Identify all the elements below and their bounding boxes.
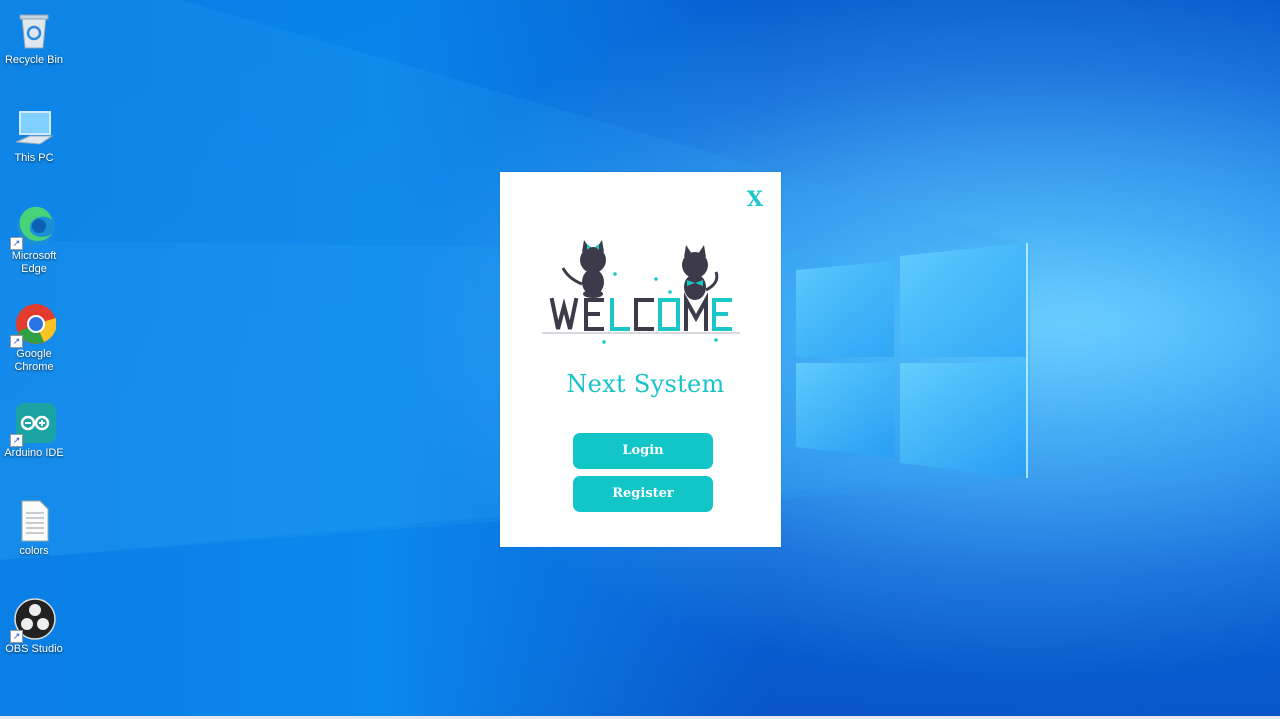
desktop-icon-chrome[interactable]: ↗ Google Chrome <box>2 302 66 374</box>
shortcut-arrow-icon: ↗ <box>10 630 23 643</box>
desktop-icon-label: Microsoft Edge <box>11 250 57 275</box>
app-title: Next System <box>566 370 725 398</box>
chrome-icon: ↗ <box>10 302 57 348</box>
login-button[interactable]: Login <box>573 433 713 469</box>
obs-icon: ↗ <box>10 597 56 643</box>
register-button[interactable]: Register <box>573 476 713 512</box>
desktop-icon-label: This PC <box>14 152 54 164</box>
shortcut-arrow-icon: ↗ <box>10 434 23 447</box>
desktop-icon-label: Recycle Bin <box>4 54 64 66</box>
edge-icon: ↗ <box>10 204 56 250</box>
desktop-icon-label: colors <box>19 545 49 557</box>
desktop-icon-recycle-bin[interactable]: Recycle Bin <box>2 8 66 67</box>
desktop-icon-label: OBS Studio <box>5 643 63 655</box>
computer-icon <box>12 106 56 150</box>
cat-left-icon <box>561 240 606 298</box>
welcome-lettering <box>549 292 732 331</box>
welcome-dialog: X Next System Login Register <box>500 172 781 547</box>
desktop-icon-edge[interactable]: ↗ Microsoft Edge <box>2 204 66 276</box>
cat-right-icon <box>682 245 719 300</box>
text-file-icon <box>12 499 56 543</box>
close-button[interactable]: X <box>747 186 763 211</box>
desktop-icon-label: Google Chrome <box>14 348 54 373</box>
desktop-icon-colors[interactable]: colors <box>2 499 66 558</box>
desktop-icon-arduino[interactable]: ↗ Arduino IDE <box>2 401 66 460</box>
desktop-icon-label: Arduino IDE <box>4 447 64 459</box>
desktop-icon-this-pc[interactable]: This PC <box>2 106 66 165</box>
shortcut-arrow-icon: ↗ <box>10 237 23 250</box>
recycle-bin-icon <box>12 8 56 52</box>
shortcut-arrow-icon: ↗ <box>10 335 23 348</box>
desktop-icon-obs[interactable]: ↗ OBS Studio <box>2 597 66 656</box>
arduino-icon: ↗ <box>10 401 56 447</box>
welcome-cats-illustration <box>542 240 740 344</box>
